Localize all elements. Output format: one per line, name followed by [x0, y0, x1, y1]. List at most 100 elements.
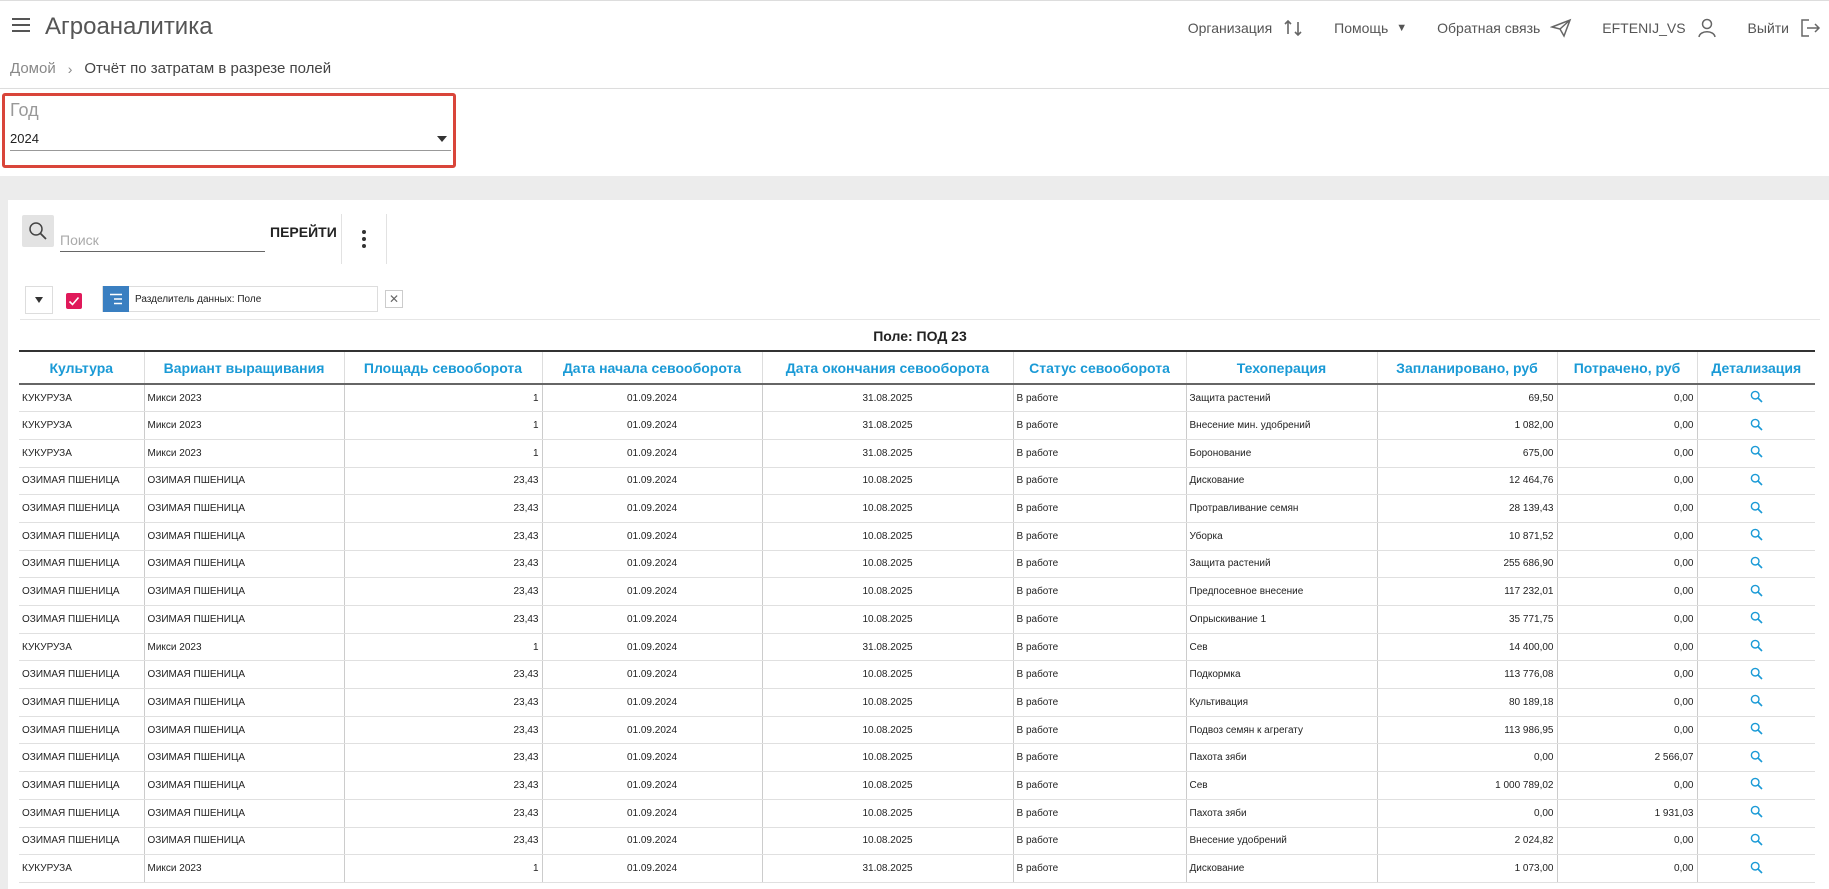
status-cell: В работе: [1013, 550, 1187, 579]
feedback-button[interactable]: Обратная связь: [1437, 18, 1572, 38]
start-date-cell: 01.09.2024: [542, 633, 763, 662]
split-checkbox[interactable]: [66, 293, 82, 309]
end-date-cell: 10.08.2025: [762, 605, 1014, 634]
start-date-cell: 01.09.2024: [542, 494, 763, 523]
end-date-cell: 10.08.2025: [762, 550, 1014, 579]
area-cell: 23,43: [344, 522, 543, 551]
search-icon[interactable]: [1750, 445, 1763, 458]
operation-cell: Защита растений: [1186, 384, 1378, 413]
year-select[interactable]: 2024: [10, 129, 451, 151]
column-header[interactable]: Вариант выращивания: [144, 350, 345, 385]
table-row: ОЗИМАЯ ПШЕНИЦА ОЗИМАЯ ПШЕНИЦА 23,43 01.09.2…: [19, 605, 1815, 634]
detail-cell: [1697, 633, 1815, 662]
search-icon[interactable]: [1750, 833, 1763, 846]
data-split-toolbar: Разделитель данных: Поле ✕: [25, 286, 1825, 314]
help-dropdown[interactable]: Помощь ▼: [1334, 20, 1407, 36]
area-cell: 23,43: [344, 688, 543, 717]
detail-cell: [1697, 550, 1815, 579]
search-icon[interactable]: [1750, 639, 1763, 652]
more-options-icon[interactable]: [361, 230, 367, 252]
search-icon[interactable]: [1750, 777, 1763, 791]
close-icon[interactable]: ✕: [385, 290, 403, 308]
detail-cell: [1697, 467, 1815, 496]
search-icon[interactable]: [1750, 722, 1763, 735]
chip-label: Разделитель данных: Поле: [135, 293, 262, 305]
variant-cell: ОЗИМАЯ ПШЕНИЦА: [144, 467, 345, 496]
crop-cell: ОЗИМАЯ ПШЕНИЦА: [19, 688, 145, 717]
breadcrumb: Домой › Отчёт по затратам в разрезе поле…: [10, 60, 331, 77]
status-cell: В работе: [1013, 688, 1187, 717]
detail-cell: [1697, 688, 1815, 717]
user-button[interactable]: EFTENIJ_VS: [1602, 18, 1717, 38]
search-icon[interactable]: [1750, 750, 1763, 763]
end-date-cell: 31.08.2025: [762, 854, 1014, 883]
spent-cell: 0,00: [1557, 522, 1698, 551]
search-icon[interactable]: [1750, 861, 1763, 874]
start-date-cell: 01.09.2024: [542, 716, 763, 745]
feedback-label: Обратная связь: [1437, 20, 1541, 36]
data-split-chip[interactable]: Разделитель данных: Поле: [102, 286, 378, 312]
operation-cell: Культивация: [1186, 688, 1378, 717]
organization-button[interactable]: Организация: [1188, 18, 1304, 38]
column-header[interactable]: Техоперация: [1186, 350, 1378, 385]
column-header[interactable]: Статус севооборота: [1013, 350, 1187, 385]
breadcrumb-home[interactable]: Домой: [10, 60, 56, 77]
column-header[interactable]: Площадь севооборота: [344, 350, 543, 385]
split-icon: [103, 286, 129, 312]
status-cell: В работе: [1013, 743, 1187, 773]
status-cell: В работе: [1013, 771, 1187, 800]
crop-cell: ОЗИМАЯ ПШЕНИЦА: [19, 577, 145, 606]
area-cell: 23,43: [344, 494, 543, 523]
search-icon[interactable]: [1750, 584, 1763, 597]
table-header-row: Культура Вариант выращивания Площадь севоо…: [19, 350, 1815, 385]
table-row: ОЗИМАЯ ПШЕНИЦА ОЗИМАЯ ПШЕНИЦА 23,43 01.09.2…: [19, 771, 1815, 800]
search-icon[interactable]: [1750, 418, 1763, 431]
variant-cell: ОЗИМАЯ ПШЕНИЦА: [144, 660, 345, 690]
search-icon[interactable]: [1750, 611, 1763, 624]
detail-cell: [1697, 605, 1815, 634]
search-icon[interactable]: [1750, 667, 1763, 680]
spent-cell: 0,00: [1557, 827, 1698, 856]
menu-icon[interactable]: [12, 18, 30, 32]
crop-cell: КУКУРУЗА: [19, 411, 145, 440]
detail-cell: [1697, 827, 1815, 856]
search-icon[interactable]: [1750, 390, 1763, 403]
column-header[interactable]: Культура: [19, 350, 145, 385]
search-icon[interactable]: [1750, 528, 1763, 541]
logout-button[interactable]: Выйти: [1748, 18, 1821, 38]
search-icon[interactable]: [1750, 694, 1763, 707]
detail-cell: [1697, 494, 1815, 523]
operation-cell: Подвоз семян к агрегату: [1186, 716, 1378, 745]
status-cell: В работе: [1013, 827, 1187, 856]
operation-cell: Пахота зяби: [1186, 743, 1378, 773]
spent-cell: 0,00: [1557, 771, 1698, 800]
logout-label: Выйти: [1747, 20, 1789, 36]
send-icon: [1550, 18, 1572, 38]
search-input[interactable]: [60, 220, 265, 252]
spent-cell: 0,00: [1557, 633, 1698, 662]
variant-cell: Микси 2023: [144, 854, 345, 883]
table-row: КУКУРУЗА Микси 2023 1 01.09.2024 31.08.2025 В…: [19, 854, 1815, 883]
spent-cell: 0,00: [1557, 494, 1698, 523]
column-header[interactable]: Дата окончания севооборота: [762, 350, 1014, 385]
toolbar-divider: [386, 214, 387, 264]
column-header[interactable]: Запланировано, руб: [1377, 350, 1558, 385]
go-button[interactable]: ПЕРЕЙТИ: [270, 224, 337, 240]
search-icon[interactable]: [1750, 805, 1763, 818]
start-date-cell: 01.09.2024: [542, 854, 763, 883]
split-dropdown[interactable]: [25, 286, 53, 314]
column-header[interactable]: Дата начала севооборота: [542, 350, 763, 385]
variant-cell: ОЗИМАЯ ПШЕНИЦА: [144, 605, 345, 634]
search-icon[interactable]: [1750, 473, 1763, 486]
detail-cell: [1697, 411, 1815, 440]
table-row: КУКУРУЗА Микси 2023 1 01.09.2024 31.08.2025 В…: [19, 411, 1815, 440]
search-icon[interactable]: [1750, 556, 1763, 569]
search-button[interactable]: [22, 215, 54, 247]
crop-cell: ОЗИМАЯ ПШЕНИЦА: [19, 550, 145, 579]
search-icon[interactable]: [1750, 501, 1763, 514]
variant-cell: ОЗИМАЯ ПШЕНИЦА: [144, 799, 345, 828]
column-header[interactable]: Потрачено, руб: [1557, 350, 1698, 385]
column-header[interactable]: Детализация: [1697, 350, 1815, 385]
app-title: Агроаналитика: [45, 13, 213, 40]
table-row: ОЗИМАЯ ПШЕНИЦА ОЗИМАЯ ПШЕНИЦА 23,43 01.09.2…: [19, 494, 1815, 523]
